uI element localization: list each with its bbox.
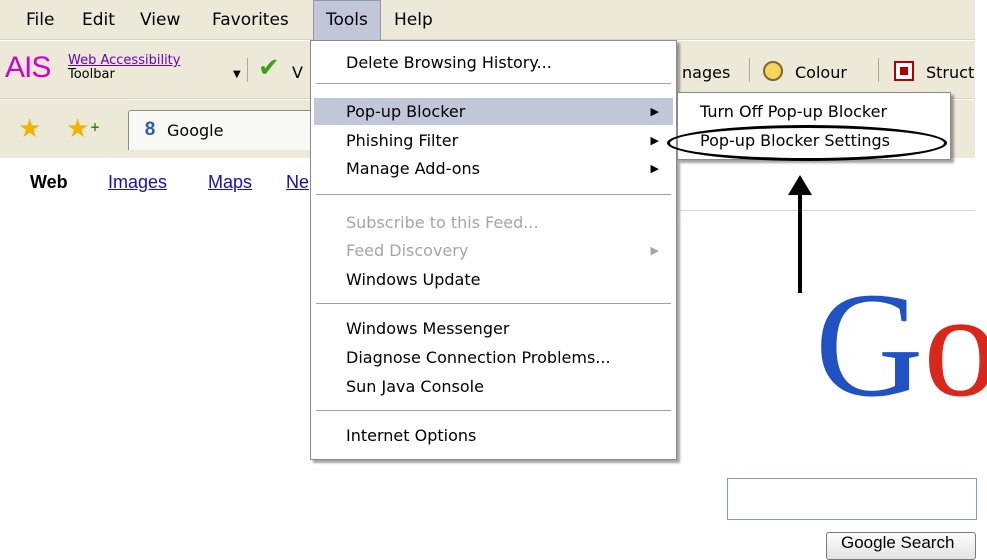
colour-menu-label[interactable]: Colour (795, 63, 847, 82)
colour-palette-icon[interactable] (763, 61, 783, 81)
menu-item-windows-messenger[interactable]: Windows Messenger (314, 315, 673, 342)
nav-maps-link[interactable]: Maps (208, 172, 252, 193)
menu-item-label: Internet Options (346, 426, 477, 445)
submenu-item-turn-off-popup-blocker[interactable]: Turn Off Pop-up Blocker (682, 98, 947, 126)
menu-item-internet-options[interactable]: Internet Options (314, 422, 673, 449)
submenu-arrow-icon: ▶ (650, 162, 659, 175)
structure-icon[interactable] (894, 61, 914, 81)
logo-letter-o: o (923, 262, 987, 428)
menu-separator (316, 410, 671, 411)
tab-google[interactable]: 8 Google (128, 110, 313, 150)
search-input[interactable] (727, 478, 977, 520)
menu-item-feed-discovery: Feed Discovery ▶ (314, 237, 673, 264)
menu-item-phishing-filter[interactable]: Phishing Filter ▶ (314, 127, 673, 154)
tab-label: Google (167, 121, 224, 140)
menu-file[interactable]: File (14, 0, 66, 40)
menu-item-label: Sun Java Console (346, 377, 484, 396)
menu-item-windows-update[interactable]: Windows Update (314, 266, 673, 293)
add-favorite-star-icon[interactable]: ★ (66, 116, 89, 142)
menu-item-manage-addons[interactable]: Manage Add-ons ▶ (314, 155, 673, 182)
structure-menu-label[interactable]: Struct (926, 63, 974, 82)
google-logo: Go (815, 270, 987, 420)
toolbar-separator (749, 58, 750, 82)
menu-item-label: Manage Add-ons (346, 159, 480, 178)
menu-item-sun-java-console[interactable]: Sun Java Console (314, 373, 673, 400)
nav-images-link[interactable]: Images (108, 172, 167, 193)
submenu-arrow-icon: ▶ (650, 105, 659, 118)
callout-arrow (788, 175, 812, 293)
images-menu-label[interactable]: nages (682, 63, 730, 82)
highlight-ellipse (667, 125, 947, 161)
ais-line1: Web Accessibility (68, 53, 181, 68)
submenu-arrow-icon: ▶ (650, 134, 659, 147)
submenu-arrow-icon: ▶ (650, 244, 659, 257)
logo-letter-g: G (815, 262, 924, 428)
menu-item-popup-blocker[interactable]: Pop-up Blocker ▶ (314, 98, 673, 125)
menu-separator (316, 303, 671, 304)
menu-favorites[interactable]: Favorites (200, 0, 301, 40)
menu-item-label: Subscribe to this Feed... (346, 213, 539, 232)
menu-item-label: Pop-up Blocker (346, 102, 466, 121)
menu-item-label: Delete Browsing History... (346, 53, 552, 72)
menu-separator (316, 83, 671, 84)
menu-item-label: Diagnose Connection Problems... (346, 348, 611, 367)
menu-item-diagnose-connection[interactable]: Diagnose Connection Problems... (314, 344, 673, 371)
google-search-button[interactable]: Google Search (826, 532, 976, 560)
favorites-star-icon[interactable]: ★ (18, 116, 41, 142)
nav-news-link[interactable]: Ne (286, 172, 309, 193)
nav-web: Web (30, 172, 68, 192)
validate-check-icon[interactable]: ✔ (258, 55, 280, 81)
google-favicon-icon: 8 (144, 119, 156, 140)
ais-line2: Toolbar (68, 67, 115, 82)
menu-item-label: Phishing Filter (346, 131, 459, 150)
ais-dropdown-icon[interactable]: ▼ (233, 69, 241, 80)
ais-logo[interactable]: AIS (5, 53, 51, 83)
menu-bar: File Edit View Favorites Tools Help (0, 0, 975, 40)
ais-toolbar-name[interactable]: Web Accessibility Toolbar (68, 54, 180, 82)
menu-item-label: Feed Discovery (346, 241, 469, 260)
menu-edit[interactable]: Edit (70, 0, 127, 40)
menu-item-delete-browsing-history[interactable]: Delete Browsing History... (314, 49, 673, 76)
menu-separator (316, 194, 671, 195)
callout-arrow-head (788, 175, 812, 195)
menu-tools[interactable]: Tools (313, 0, 381, 40)
validate-label[interactable]: V (292, 63, 303, 82)
menu-item-label: Windows Messenger (346, 319, 510, 338)
toolbar-separator (247, 58, 248, 82)
menu-item-subscribe-feed: Subscribe to this Feed... (314, 209, 673, 236)
tools-menu: Delete Browsing History... Pop-up Blocke… (310, 40, 677, 460)
toolbar-separator (878, 58, 879, 82)
add-favorite-plus-icon: + (90, 120, 101, 134)
menu-view[interactable]: View (128, 0, 192, 40)
nav-divider (680, 210, 975, 211)
menu-item-label: Windows Update (346, 270, 481, 289)
menu-help[interactable]: Help (382, 0, 445, 40)
